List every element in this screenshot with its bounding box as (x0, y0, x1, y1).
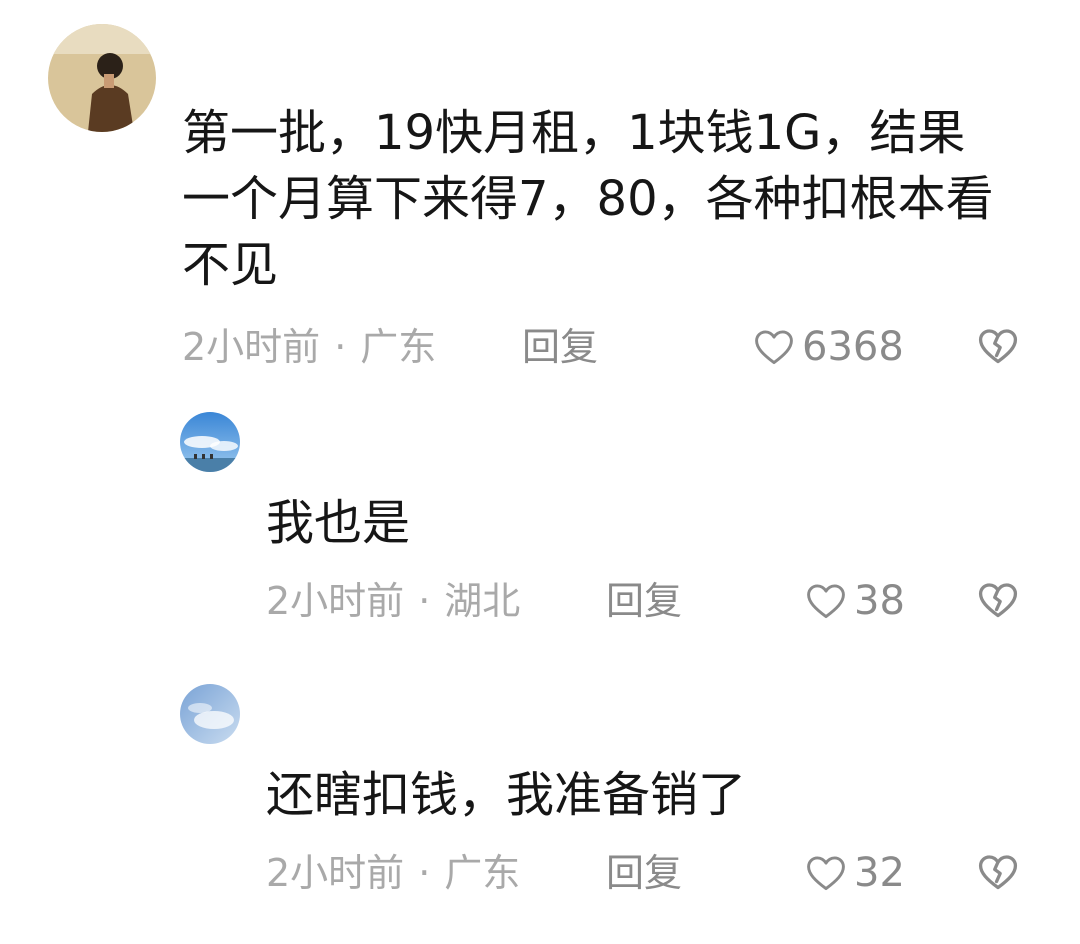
dislike-button[interactable] (976, 324, 1020, 368)
broken-heart-icon (978, 855, 1018, 890)
meta-separator: · (334, 325, 347, 369)
reply-button[interactable]: 回复 (606, 848, 682, 898)
like-button[interactable]: 32 (804, 848, 905, 898)
comment-time: 2小时前 (182, 325, 321, 369)
broken-heart-icon (978, 329, 1018, 364)
comment-meta: 2小时前 · 广东 (266, 848, 520, 898)
like-count: 32 (854, 850, 905, 896)
comment-time: 2小时前 (266, 851, 405, 895)
user-avatar-sky-icon (180, 412, 240, 472)
avatar[interactable] (180, 684, 240, 744)
like-button[interactable]: 38 (804, 576, 905, 626)
comment-location: 广东 (360, 325, 437, 369)
comment-text: 第一批，19快月租，1块钱1G，结果 一个月算下来得7，80，各种扣根本看 不见 (182, 105, 994, 293)
like-button[interactable]: 6368 (752, 322, 904, 372)
user-avatar-clouds-icon (180, 684, 240, 744)
like-count: 38 (854, 578, 905, 624)
dislike-button[interactable] (976, 578, 1020, 622)
comment-time: 2小时前 (266, 579, 405, 623)
comment-text: 还瞎扣钱，我准备销了 (266, 767, 747, 823)
comment-location: 广东 (444, 851, 521, 895)
meta-separator: · (418, 579, 431, 623)
user-avatar-man-icon (48, 24, 156, 132)
comment-text: 我也是 (266, 495, 411, 551)
avatar[interactable] (48, 24, 156, 132)
comment-meta: 2小时前 · 广东 (182, 322, 436, 372)
comment-meta: 2小时前 · 湖北 (266, 576, 520, 626)
comment-location: 湖北 (444, 579, 521, 623)
reply-button[interactable]: 回复 (606, 576, 682, 626)
like-count: 6368 (802, 324, 904, 370)
heart-outline-icon (755, 330, 793, 365)
avatar[interactable] (180, 412, 240, 472)
heart-outline-icon (807, 584, 845, 619)
reply-button[interactable]: 回复 (522, 322, 598, 372)
heart-outline-icon (807, 856, 845, 891)
dislike-button[interactable] (976, 850, 1020, 894)
meta-separator: · (418, 851, 431, 895)
broken-heart-icon (978, 583, 1018, 618)
